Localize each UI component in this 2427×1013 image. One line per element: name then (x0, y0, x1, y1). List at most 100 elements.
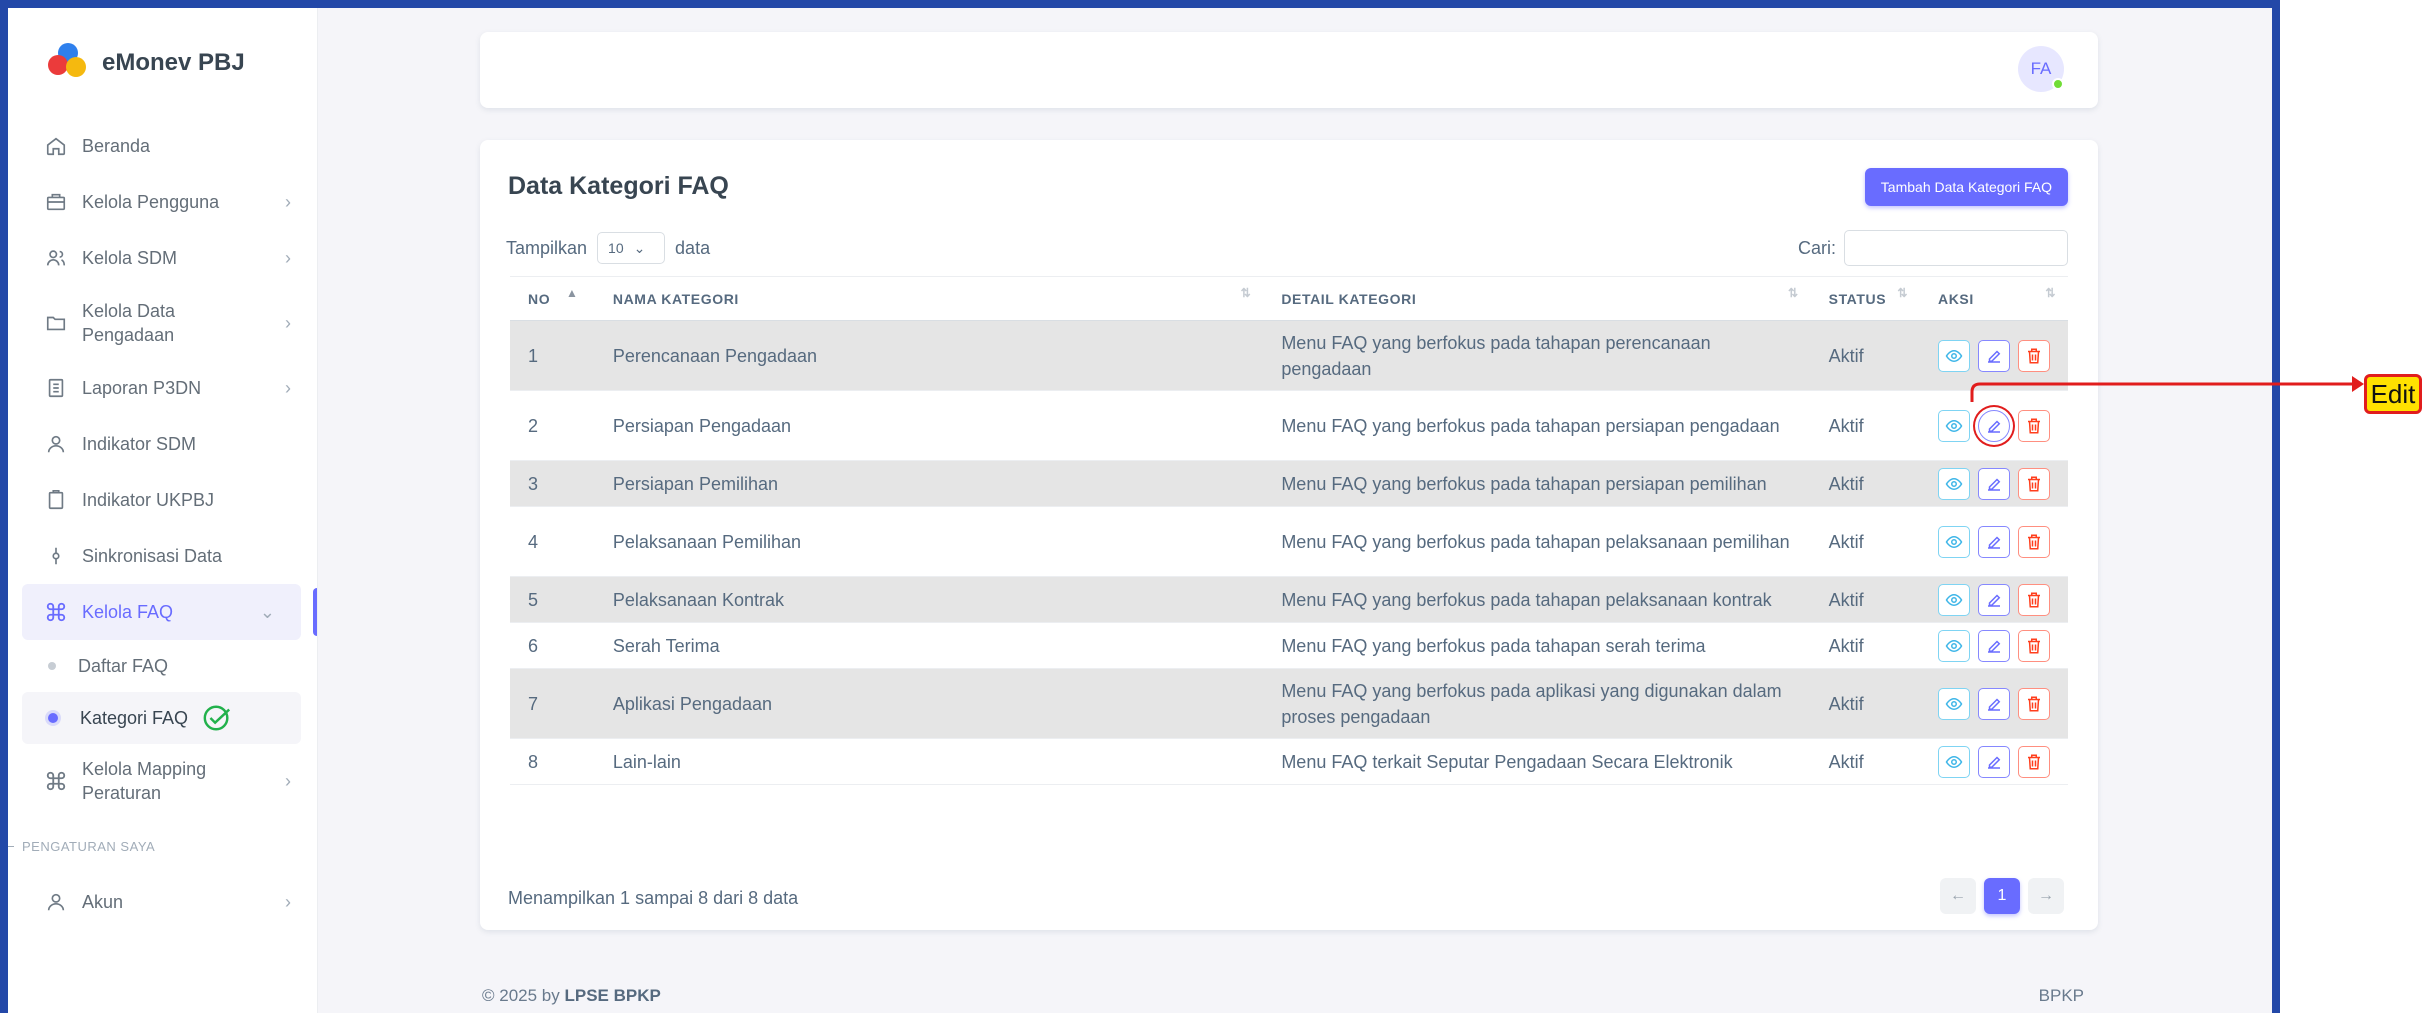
pencil-icon (1985, 533, 2003, 551)
sidebar-item-laporan-p3dn[interactable]: Laporan P3DN › (8, 360, 317, 416)
command-icon (44, 769, 68, 793)
view-button[interactable] (1938, 409, 1970, 442)
cell-no: 4 (510, 506, 595, 577)
footer-org-link[interactable]: LPSE BPKP (564, 986, 660, 1005)
delete-button[interactable] (2018, 409, 2050, 442)
edit-button[interactable] (1978, 629, 2010, 662)
brand[interactable]: eMonev PBJ (8, 8, 317, 118)
next-page-button[interactable]: → (2028, 878, 2064, 914)
sidebar-subitem-kategori-faq[interactable]: Kategori FAQ (22, 692, 301, 744)
sort-icon: ⇅ (1897, 286, 1908, 300)
sidebar-item-label: Akun (82, 892, 124, 912)
sidebar-item-beranda[interactable]: Beranda (8, 118, 317, 174)
column-header-aksi[interactable]: AKSI ⇅ (1920, 276, 2068, 321)
sidebar-item-label: Laporan P3DN (82, 378, 202, 398)
delete-button[interactable] (2018, 583, 2050, 616)
brand-name: eMonev PBJ (102, 49, 245, 76)
cell-name: Lain-lain (594, 738, 1264, 785)
view-button[interactable] (1938, 745, 1970, 778)
search-input[interactable] (1844, 230, 2068, 266)
delete-button[interactable] (2018, 745, 2050, 778)
cell-detail: Menu FAQ yang berfokus pada tahapan pers… (1263, 390, 1811, 461)
prev-page-button[interactable]: ← (1940, 878, 1976, 914)
delete-button[interactable] (2018, 339, 2050, 372)
edit-button[interactable] (1978, 583, 2010, 616)
delete-button[interactable] (2018, 687, 2050, 720)
cell-no: 2 (510, 390, 595, 461)
sidebar-item-kelola-mapping-peraturan[interactable]: Kelola Mapping Peraturan › (8, 744, 317, 818)
trash-icon (2025, 637, 2043, 655)
eye-icon (1945, 417, 1963, 435)
footer-copyright: © 2025 by LPSE BPKP (482, 986, 661, 1006)
cell-actions (1920, 668, 2068, 739)
avatar[interactable]: FA (2018, 46, 2064, 92)
edit-button[interactable] (1978, 687, 2010, 720)
cell-name: Persiapan Pemilihan (594, 460, 1264, 507)
sidebar-item-label: Kelola SDM (82, 248, 178, 268)
delete-button[interactable] (2018, 629, 2050, 662)
sidebar-item-kelola-faq[interactable]: Kelola FAQ ⌄ (22, 584, 317, 640)
column-label: DETAIL KATEGORI (1281, 290, 1417, 307)
pencil-icon (1985, 347, 2003, 365)
pencil-icon (1985, 475, 2003, 493)
table-row: 8 Lain-lain Menu FAQ terkait Seputar Penga… (510, 738, 2068, 785)
cell-detail: Menu FAQ terkait Seputar Pengadaan Secar… (1263, 738, 1811, 785)
view-button[interactable] (1938, 467, 1970, 500)
column-header-nama-kategori[interactable]: NAMA KATEGORI ⇅ (594, 276, 1264, 321)
pencil-icon (1985, 753, 2003, 771)
row-actions (1938, 339, 2050, 372)
delete-button[interactable] (2018, 525, 2050, 558)
view-button[interactable] (1938, 629, 1970, 662)
row-actions (1938, 745, 2050, 778)
eye-icon (1945, 637, 1963, 655)
user-icon (44, 432, 68, 456)
edit-button[interactable] (1978, 339, 2010, 372)
cell-actions (1920, 506, 2068, 577)
annotation-arrowhead (2352, 376, 2364, 392)
table-body: 1 Perencanaan Pengadaan Menu FAQ yang berf… (510, 320, 2068, 785)
sidebar-item-kelola-sdm[interactable]: Kelola SDM › (8, 230, 317, 286)
delete-button[interactable] (2018, 467, 2050, 500)
page-length-select[interactable]: 10 ⌄ (597, 232, 666, 264)
sidebar: eMonev PBJ Beranda Kelola Pengguna › Kel… (8, 8, 318, 1013)
home-icon (44, 134, 68, 158)
view-button[interactable] (1938, 687, 1970, 720)
view-button[interactable] (1938, 583, 1970, 616)
users-icon (44, 246, 68, 270)
cell-actions (1920, 320, 2068, 391)
cell-no: 7 (510, 668, 595, 739)
sidebar-item-kelola-data-pengadaan[interactable]: Kelola Data Pengadaan › (8, 286, 317, 360)
page-button-current[interactable]: 1 (1984, 878, 2020, 914)
sort-icon: ⇅ (1240, 286, 1252, 300)
edit-button[interactable] (1978, 745, 2010, 778)
column-label: NAMA KATEGORI (612, 290, 739, 307)
column-label: AKSI (1938, 290, 1974, 307)
sidebar-item-indikator-sdm[interactable]: Indikator SDM (8, 416, 317, 472)
sidebar-item-indikator-ukpbj[interactable]: Indikator UKPBJ (8, 472, 317, 528)
sidebar-item-label: Beranda (82, 136, 151, 156)
cell-name: Persiapan Pengadaan (594, 390, 1264, 461)
cell-name: Aplikasi Pengadaan (594, 668, 1264, 739)
column-header-detail-kategori[interactable]: DETAIL KATEGORI ⇅ (1263, 276, 1811, 321)
view-button[interactable] (1938, 525, 1970, 558)
chevron-right-icon: › (285, 377, 291, 398)
sidebar-item-kelola-pengguna[interactable]: Kelola Pengguna › (8, 174, 317, 230)
add-category-button[interactable]: Tambah Data Kategori FAQ (1864, 168, 2068, 206)
column-header-no[interactable]: NO ▲ (510, 276, 595, 321)
sidebar-item-label: Indikator SDM (82, 434, 197, 454)
pencil-icon (1985, 591, 2003, 609)
view-button[interactable] (1938, 339, 1970, 372)
sidebar-item-akun[interactable]: Akun › (8, 874, 317, 930)
sidebar-item-label: Indikator UKPBJ (82, 490, 215, 510)
page-length-value: 10 (608, 240, 624, 256)
edit-button[interactable] (1978, 525, 2010, 558)
sidebar-item-label: Sinkronisasi Data (82, 546, 223, 566)
edit-button[interactable] (1978, 409, 2010, 442)
edit-annotation-label: Edit (2364, 374, 2422, 414)
sidebar-item-sinkronisasi-data[interactable]: Sinkronisasi Data (8, 528, 317, 584)
edit-button[interactable] (1978, 467, 2010, 500)
length-prefix: Tampilkan (506, 237, 588, 258)
column-header-status[interactable]: STATUS ⇅ (1810, 276, 1920, 321)
sidebar-subitem-daftar-faq[interactable]: Daftar FAQ (8, 640, 317, 692)
sidebar-item-label: Kelola Data Pengadaan (82, 301, 176, 345)
